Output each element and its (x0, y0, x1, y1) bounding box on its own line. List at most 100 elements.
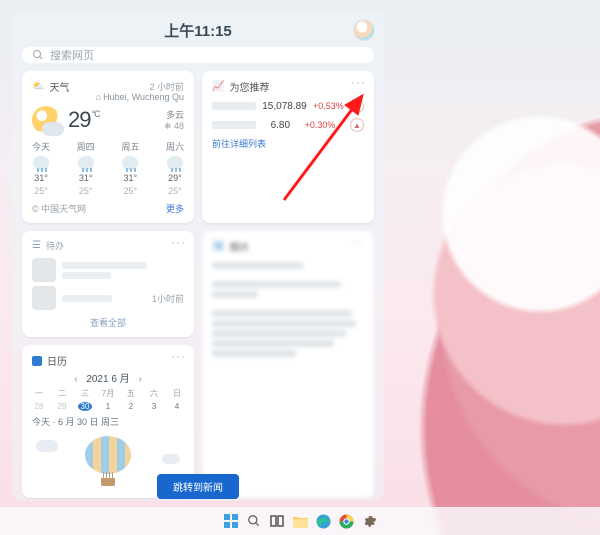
settings-button[interactable] (361, 513, 377, 529)
weather-temp: 29 °C (68, 107, 100, 133)
stock-row[interactable]: 6.80 +0.30% ▲ (212, 118, 364, 132)
blurred-line (212, 291, 258, 298)
clock-time: 上午11:15 (164, 20, 232, 41)
stocks-detail-link[interactable]: 前往详细列表 (212, 137, 364, 150)
day-label: 周五 (121, 140, 139, 153)
stock-row[interactable]: 15,078.89 +0.53% ▲ (212, 99, 364, 113)
start-button[interactable] (223, 513, 239, 529)
calendar-prev-button[interactable]: ‹ (68, 374, 83, 385)
stocks-title: 为您推荐 (229, 79, 269, 94)
cal-date[interactable]: 2 (124, 402, 138, 411)
weather-card[interactable]: ⛅ 天气 2 小时前 ⌂ Hubei, Wucheng Qu 29 °C 多云 (22, 71, 194, 223)
weekday: 三 (78, 388, 92, 399)
blurred-line (212, 330, 346, 337)
forecast-day: 周六 29° 25° (166, 140, 184, 196)
stocks-card[interactable]: 📈 为您推荐 ··· 15,078.89 +0.53% ▲ 6.80 +0.30… (202, 71, 374, 223)
day-hi: 31° (79, 173, 93, 183)
weekday: 日 (170, 388, 184, 399)
search-input[interactable]: 搜索网页 (22, 47, 374, 63)
panel-header: 上午11:15 (22, 20, 374, 41)
rain-icon (33, 156, 49, 170)
day-lo: 25° (168, 186, 182, 196)
desktop-wallpaper: 上午11:15 搜索网页 ⛅ 天气 2 小时前 ⌂ Hubei, Wucheng… (0, 0, 600, 535)
sun-cloud-icon (32, 106, 60, 134)
location-pin-icon: ⌂ (96, 92, 101, 102)
weekday: 7月 (101, 388, 115, 399)
blurred-line (212, 310, 352, 317)
weather-cloud-icon: ⛅ (32, 81, 44, 92)
day-hi: 29° (168, 173, 182, 183)
day-hi: 31° (34, 173, 48, 183)
search-icon (32, 49, 44, 61)
weather-more-link[interactable]: 更多 (166, 202, 184, 215)
stock-name-placeholder (212, 121, 256, 129)
cal-date[interactable]: 1 (101, 402, 115, 411)
weekday: 五 (124, 388, 138, 399)
forecast-row: 今天 31° 25° 周四 31° 25° 周五 31° (32, 140, 184, 196)
stock-delta: +0.53% (313, 101, 344, 111)
day-lo: 25° (124, 186, 138, 196)
rain-icon (78, 156, 94, 170)
todo-time: 1小时前 (152, 292, 184, 305)
cal-date[interactable]: 28 (32, 402, 46, 411)
calendar-title: 日历 (47, 353, 67, 368)
avatar[interactable] (354, 20, 374, 40)
weather-title: 天气 (49, 79, 69, 94)
blurred-line (212, 320, 356, 327)
widgets-grid: ⛅ 天气 2 小时前 ⌂ Hubei, Wucheng Qu 29 °C 多云 (22, 71, 374, 498)
task-view-button[interactable] (269, 513, 285, 529)
temp-value: 29 (68, 107, 90, 133)
hot-air-balloon-icon (85, 436, 131, 486)
stocks-chart-icon: 📈 (212, 81, 224, 92)
rain-icon (167, 156, 183, 170)
cal-date[interactable]: 3 (147, 402, 161, 411)
photos-title: 照片 (230, 239, 250, 254)
jump-to-news-button[interactable]: 跳转到新闻 (157, 474, 239, 499)
weekday: 一 (32, 388, 46, 399)
cal-date[interactable]: 4 (170, 402, 184, 411)
todo-thumb (32, 258, 56, 282)
stock-badge-icon: ▲ (350, 118, 364, 132)
weekday: 二 (55, 388, 69, 399)
chrome-button[interactable] (338, 513, 354, 529)
temp-unit: °C (91, 109, 99, 119)
todo-card[interactable]: ☰ 待办 ··· 1小时前 (22, 231, 194, 337)
file-explorer-button[interactable] (292, 513, 308, 529)
cal-date-today[interactable]: 30 (78, 402, 92, 411)
card-menu-button[interactable]: ··· (171, 238, 186, 246)
day-label: 今天 (32, 140, 50, 153)
weather-condition-sub: ❄ 48 (164, 121, 184, 132)
taskbar-search-button[interactable] (246, 513, 262, 529)
blurred-line (212, 340, 334, 347)
calendar-today-line: 今天 · 6 月 30 日 周三 (32, 415, 184, 428)
todo-thumb (32, 286, 56, 310)
stock-delta: +0.30% (305, 120, 336, 130)
rain-icon (122, 156, 138, 170)
cal-date[interactable]: 29 (55, 402, 69, 411)
stock-value: 6.80 (271, 120, 290, 131)
calendar-date-row: 28 29 30 1 2 3 4 (32, 402, 184, 411)
calendar-weekday-row: 一 二 三 7月 五 六 日 (32, 388, 184, 399)
cloud-icon (162, 454, 180, 464)
calendar-next-button[interactable]: › (132, 374, 147, 385)
card-menu-button[interactable]: ··· (351, 78, 366, 86)
todo-icon: ☰ (32, 240, 41, 251)
photos-card[interactable]: 🖼 照片 ··· (202, 231, 374, 498)
blurred-line (212, 281, 341, 288)
taskbar (0, 507, 600, 535)
card-menu-button[interactable]: ··· (171, 352, 186, 360)
day-label: 周六 (166, 140, 184, 153)
todo-text-line (62, 295, 112, 302)
stock-name-placeholder (212, 102, 256, 110)
forecast-day: 周五 31° 25° (121, 140, 139, 196)
calendar-month: 2021 6 月 (86, 374, 129, 385)
todo-footer-link[interactable]: 查看全部 (90, 318, 126, 328)
stock-badge-icon: ▲ (350, 99, 364, 113)
day-lo: 25° (79, 186, 93, 196)
calendar-icon (32, 356, 42, 366)
weekday: 六 (147, 388, 161, 399)
photos-icon: 🖼 (212, 241, 225, 252)
forecast-day: 今天 31° 25° (32, 140, 50, 196)
edge-button[interactable] (315, 513, 331, 529)
card-menu-button[interactable]: ··· (351, 238, 366, 246)
